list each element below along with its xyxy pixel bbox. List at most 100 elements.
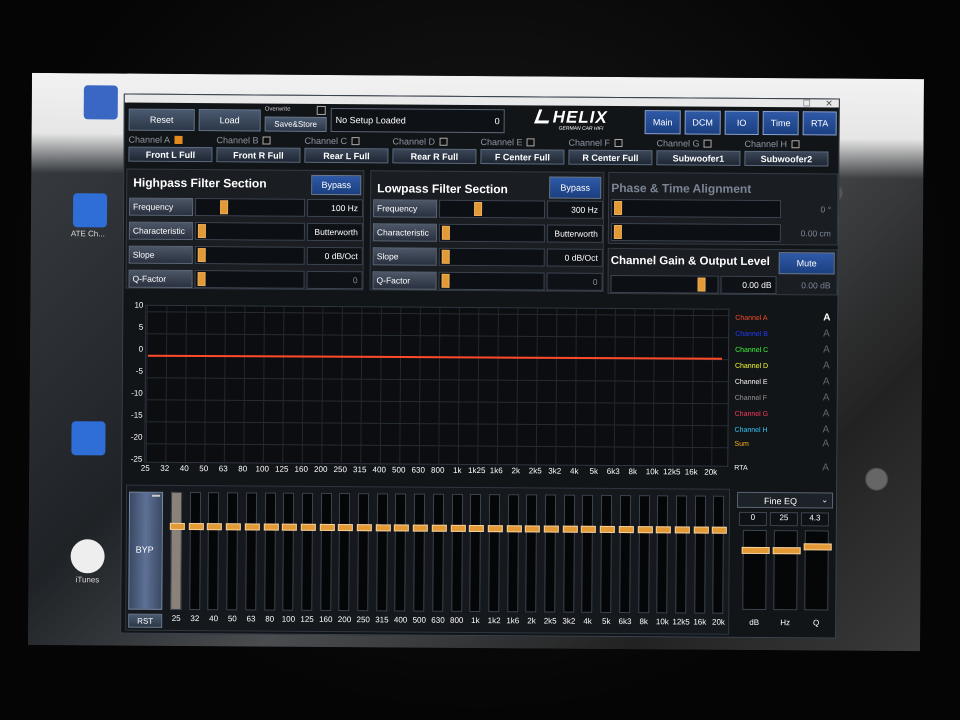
eq-band-fader[interactable] [655, 495, 672, 614]
channel-assign-select-4[interactable]: F Center Full [480, 149, 565, 165]
eq-band-knob[interactable] [282, 523, 298, 531]
channel-a-icon[interactable]: A [823, 344, 830, 355]
eq-band-fader[interactable] [300, 492, 316, 611]
load-button[interactable]: Load [198, 109, 261, 132]
channel-assign-select-0[interactable]: Front L Full [128, 146, 213, 163]
channel-a-icon[interactable]: A [823, 312, 830, 323]
eq-band-knob[interactable] [431, 524, 447, 532]
eq-band-knob[interactable] [543, 525, 559, 533]
eq-band-fader[interactable] [487, 494, 503, 613]
lowpass-slider[interactable] [438, 271, 545, 291]
tab-time[interactable]: Time [762, 110, 799, 136]
channel-assign-select-2[interactable]: Rear L Full [304, 147, 389, 164]
channel-a-icon[interactable]: A [823, 376, 830, 387]
highpass-slider-knob[interactable] [197, 272, 206, 287]
eq-band-knob[interactable] [188, 522, 204, 531]
eq-band-fader[interactable] [225, 492, 241, 611]
legend-label[interactable]: Channel G [735, 411, 769, 418]
eq-band-fader[interactable] [263, 492, 279, 611]
eq-band-knob[interactable] [225, 523, 241, 531]
channel-check-box[interactable] [703, 139, 712, 148]
eq-reset-button[interactable]: RST [128, 613, 163, 628]
eq-band-knob[interactable] [338, 524, 354, 532]
channel-check-box[interactable] [791, 140, 800, 149]
eq-band-knob[interactable] [450, 524, 466, 532]
fine-eq-fader[interactable] [772, 530, 801, 611]
highpass-slider-knob[interactable] [197, 248, 206, 263]
channel-checkbox-5[interactable]: Channel F [568, 138, 623, 148]
tab-rta[interactable]: RTA [802, 111, 837, 136]
channel-check-box[interactable] [351, 137, 360, 146]
highpass-slider-knob[interactable] [197, 224, 206, 239]
channel-assign-select-6[interactable]: Subwoofer1 [656, 150, 741, 166]
eq-band-knob[interactable] [712, 526, 728, 534]
legend-label[interactable]: Channel B [735, 331, 768, 338]
channel-a-icon[interactable]: A [823, 328, 830, 339]
fine-eq-fader[interactable] [741, 529, 770, 611]
eq-band-knob[interactable] [375, 524, 391, 532]
window-close-icon[interactable]: ✕ [825, 98, 833, 109]
channel-assign-select-1[interactable]: Front R Full [216, 147, 301, 163]
eq-band-knob[interactable] [618, 525, 634, 534]
highpass-slider[interactable] [195, 198, 306, 217]
channel-a-icon[interactable]: A [822, 462, 829, 473]
channel-checkbox-0[interactable]: Channel A [129, 135, 183, 145]
eq-band-knob[interactable] [693, 526, 709, 534]
channel-checkbox-4[interactable]: Channel E [481, 137, 535, 147]
eq-band-fader[interactable] [506, 494, 522, 613]
eq-band-fader[interactable] [693, 495, 709, 614]
save-store-button[interactable]: Save&Store [264, 116, 327, 132]
channel-a-icon[interactable]: A [822, 438, 829, 449]
eq-band-fader[interactable] [282, 492, 298, 611]
lowpass-slider[interactable] [439, 199, 546, 219]
channel-a-icon[interactable]: A [823, 392, 830, 403]
tab-main[interactable]: Main [644, 110, 681, 135]
eq-band-fader[interactable] [599, 494, 615, 613]
legend-label[interactable]: Channel E [735, 379, 768, 386]
eq-band-knob[interactable] [319, 523, 335, 532]
desktop-helix-icon[interactable] [72, 193, 108, 228]
channel-checkbox-7[interactable]: Channel H [744, 139, 800, 149]
legend-label[interactable]: Channel A [735, 315, 767, 322]
eq-band-knob[interactable] [263, 523, 279, 531]
eq-band-knob[interactable] [674, 526, 690, 534]
eq-band-fader[interactable] [412, 493, 428, 612]
channel-a-icon[interactable]: A [823, 360, 830, 371]
legend-label[interactable]: Channel F [735, 395, 767, 402]
channel-assign-select-7[interactable]: Subwoofer2 [744, 150, 829, 167]
channel-a-icon[interactable]: A [822, 424, 829, 435]
reset-button[interactable]: Reset [128, 108, 195, 132]
desktop-app-icon[interactable] [83, 85, 118, 120]
eq-band-knob[interactable] [356, 524, 372, 532]
eq-band-knob[interactable] [581, 525, 597, 533]
eq-band-fader[interactable] [525, 494, 541, 613]
eq-band-fader[interactable] [375, 493, 391, 612]
eq-band-knob[interactable] [487, 525, 503, 533]
time-slider[interactable] [610, 222, 781, 243]
lowpass-slider[interactable] [438, 247, 545, 267]
channel-check-box[interactable] [174, 135, 183, 144]
eq-band-fader[interactable] [562, 494, 578, 613]
channel-check-box[interactable] [614, 138, 623, 148]
eq-mode-select[interactable]: Fine EQ ⌄ [736, 491, 834, 509]
channel-check-box[interactable] [262, 136, 271, 145]
eq-band-knob[interactable] [525, 525, 541, 533]
highpass-slider[interactable] [194, 246, 305, 265]
eq-band-fader[interactable] [169, 491, 185, 610]
legend-label[interactable]: Channel D [735, 363, 768, 370]
eq-band-knob[interactable] [207, 523, 223, 531]
lowpass-slider-knob[interactable] [441, 225, 450, 240]
channel-assign-select-3[interactable]: Rear R Full [392, 148, 477, 164]
legend-label[interactable]: Channel C [735, 347, 768, 354]
eq-band-knob[interactable] [637, 526, 653, 534]
eq-band-fader[interactable] [543, 494, 559, 613]
eq-band-knob[interactable] [655, 526, 672, 534]
eq-band-fader[interactable] [469, 493, 485, 613]
eq-band-fader[interactable] [637, 495, 653, 614]
eq-band-fader[interactable] [394, 493, 410, 612]
fine-eq-fader[interactable] [803, 530, 832, 611]
eq-band-knob[interactable] [244, 523, 260, 531]
gain-slider-knob[interactable] [697, 277, 706, 292]
highpass-slider[interactable] [194, 222, 305, 241]
highpass-slider[interactable] [194, 270, 305, 289]
